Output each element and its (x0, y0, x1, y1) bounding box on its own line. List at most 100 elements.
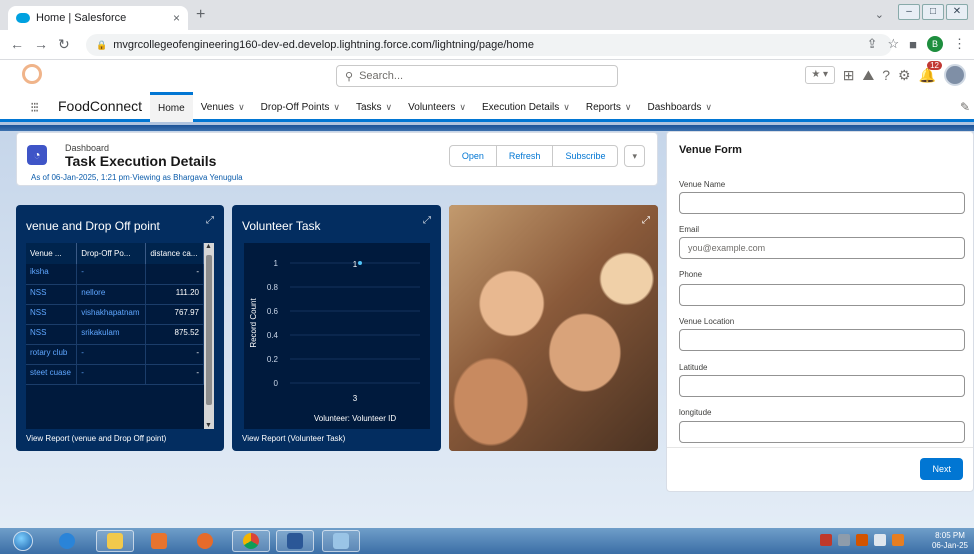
display-tray-icon[interactable] (874, 534, 886, 546)
table-row: NSS nellore 111.20 (26, 284, 204, 305)
firefox-icon (197, 533, 213, 549)
app-launcher-icon[interactable]: ⁝⁝⁝ (30, 99, 39, 116)
start-button[interactable] (4, 530, 42, 552)
taskbar-firefox[interactable] (186, 530, 224, 552)
y-axis-label: Record Count (249, 298, 258, 348)
pdf-tray-icon[interactable] (820, 534, 832, 546)
table-scrollbar[interactable]: ▲ ▼ (204, 243, 214, 429)
more-actions-button[interactable]: ▾ (624, 145, 645, 167)
column-header[interactable]: Venue ... (26, 243, 78, 264)
chevron-down-icon[interactable]: ∨ (563, 102, 570, 113)
taskbar-paint[interactable] (322, 530, 360, 552)
view-report-link[interactable]: View Report (venue and Drop Off point) (26, 434, 166, 443)
chevron-down-icon[interactable]: ∨ (459, 102, 466, 113)
salesforce-cloud-icon (16, 13, 30, 23)
nav-reports[interactable]: Reports ∨ (578, 92, 640, 122)
scroll-up-icon[interactable]: ▲ (205, 243, 212, 250)
setup-gear-icon[interactable]: ⚙ (898, 67, 911, 84)
profile-avatar[interactable]: B (927, 36, 943, 52)
security-tray-icon[interactable] (856, 534, 868, 546)
minimize-button[interactable]: – (898, 4, 920, 20)
next-button[interactable]: Next (920, 458, 963, 480)
venue-cell[interactable]: NSS (26, 304, 78, 325)
scroll-thumb[interactable] (206, 255, 212, 405)
volunteer-task-chart: 1 0.8 0.6 0.4 0.2 0 Record Count 1 3 Volunteer: V… (249, 259, 420, 423)
chevron-down-icon[interactable]: ∨ (386, 102, 393, 113)
back-icon[interactable]: ← (10, 36, 24, 52)
expand-icon[interactable]: ⤢ (206, 215, 214, 226)
dropoff-cell[interactable]: srikakulam (76, 324, 147, 345)
dropoff-cell[interactable]: vishakhapatnam (76, 304, 147, 325)
volume-tray-icon[interactable] (892, 534, 904, 546)
maximize-button[interactable]: □ (922, 4, 944, 20)
network-tray-icon[interactable] (838, 534, 850, 546)
chevron-down-icon[interactable]: ∨ (333, 102, 340, 113)
scroll-down-icon[interactable]: ▼ (205, 422, 212, 429)
expand-icon[interactable]: ⤢ (423, 215, 431, 226)
venue-cell[interactable]: NSS (26, 284, 78, 305)
nav-tasks[interactable]: Tasks ∨ (348, 92, 400, 122)
form-title: Venue Form (679, 144, 742, 156)
url-field[interactable]: 🔒 mvgrcollegeofengineering160-dev-ed.dev… (86, 34, 892, 56)
sidepanel-icon[interactable]: ■ (909, 37, 917, 52)
forward-icon[interactable]: → (34, 36, 48, 52)
taskbar-explorer[interactable] (96, 530, 134, 552)
close-window-button[interactable]: ✕ (946, 4, 968, 20)
venue-cell[interactable]: rotary club (26, 344, 78, 365)
venue-cell[interactable]: iksha (26, 264, 78, 285)
close-tab-icon[interactable]: × (173, 11, 180, 25)
trailhead-icon[interactable]: ⛰ (862, 67, 874, 84)
nav-drop-off-points[interactable]: Drop-Off Points ∨ (253, 92, 348, 122)
x-axis-label: Volunteer: Volunteer ID (314, 414, 397, 423)
global-search-input[interactable]: ⚲ Search... (336, 65, 618, 87)
y-tick-label: 0 (274, 379, 279, 388)
tab-search-chevron-icon[interactable]: ⌄ (875, 8, 884, 21)
taskbar-chrome[interactable] (232, 530, 270, 552)
venue-location-input[interactable] (679, 329, 965, 351)
help-icon[interactable]: ? (882, 67, 890, 83)
venue-cell[interactable]: NSS (26, 324, 78, 345)
bookmark-star-icon[interactable]: ☆ (887, 36, 899, 52)
system-clock[interactable]: 8:05 PM 06-Jan-25 (932, 531, 968, 551)
chevron-down-icon[interactable]: ∨ (625, 102, 632, 113)
share-icon[interactable]: ⇪ (867, 36, 878, 52)
subscribe-button[interactable]: Subscribe (552, 145, 619, 167)
column-header[interactable]: Drop-Off Po... (76, 243, 147, 264)
nav-label: Drop-Off Points (260, 101, 330, 113)
email-input[interactable]: you@example.com (679, 237, 965, 259)
dropoff-cell[interactable]: nellore (76, 284, 147, 305)
venue-cell[interactable]: steet cuase (26, 364, 78, 385)
nav-dashboards[interactable]: Dashboards ∨ (639, 92, 720, 122)
longitude-input[interactable] (679, 421, 965, 443)
latitude-input[interactable] (679, 375, 965, 397)
refresh-button[interactable]: Refresh (495, 145, 554, 167)
nav-execution-details[interactable]: Execution Details ∨ (474, 92, 578, 122)
window-controls: – □ ✕ (898, 4, 968, 20)
org-logo[interactable] (22, 64, 42, 84)
nav-venues[interactable]: Venues ∨ (193, 92, 253, 122)
nav-volunteers[interactable]: Volunteers ∨ (400, 92, 474, 122)
browser-menu-icon[interactable]: ⋮ (953, 36, 966, 52)
new-tab-button[interactable]: + (196, 6, 205, 24)
reload-icon[interactable]: ↻ (58, 36, 70, 53)
browser-tab[interactable]: Home | Salesforce × (8, 6, 188, 30)
column-header[interactable]: distance ca... (145, 243, 204, 264)
open-button[interactable]: Open (448, 145, 497, 167)
view-report-link[interactable]: View Report (Volunteer Task) (242, 434, 345, 443)
taskbar-word[interactable] (276, 530, 314, 552)
chevron-down-icon[interactable]: ∨ (238, 102, 245, 113)
taskbar-ie[interactable] (48, 530, 86, 552)
chevron-down-icon[interactable]: ∨ (705, 102, 712, 113)
widget-title: Volunteer Task (242, 219, 321, 233)
edit-nav-pencil-icon[interactable]: ✎ (960, 100, 970, 114)
phone-input[interactable] (679, 284, 965, 306)
taskbar-media[interactable] (140, 530, 178, 552)
nav-home[interactable]: Home (150, 92, 193, 122)
notifications-bell-icon[interactable]: 🔔 12 (919, 60, 942, 84)
user-avatar[interactable] (944, 64, 966, 86)
distance-cell: 767.97 (145, 304, 204, 325)
global-actions-plus-icon[interactable]: ⊞ (843, 67, 855, 84)
favorites-star-icon[interactable]: ★ ▾ (804, 66, 835, 84)
venue-name-input[interactable] (679, 192, 965, 214)
expand-icon[interactable]: ⤢ (642, 215, 650, 226)
